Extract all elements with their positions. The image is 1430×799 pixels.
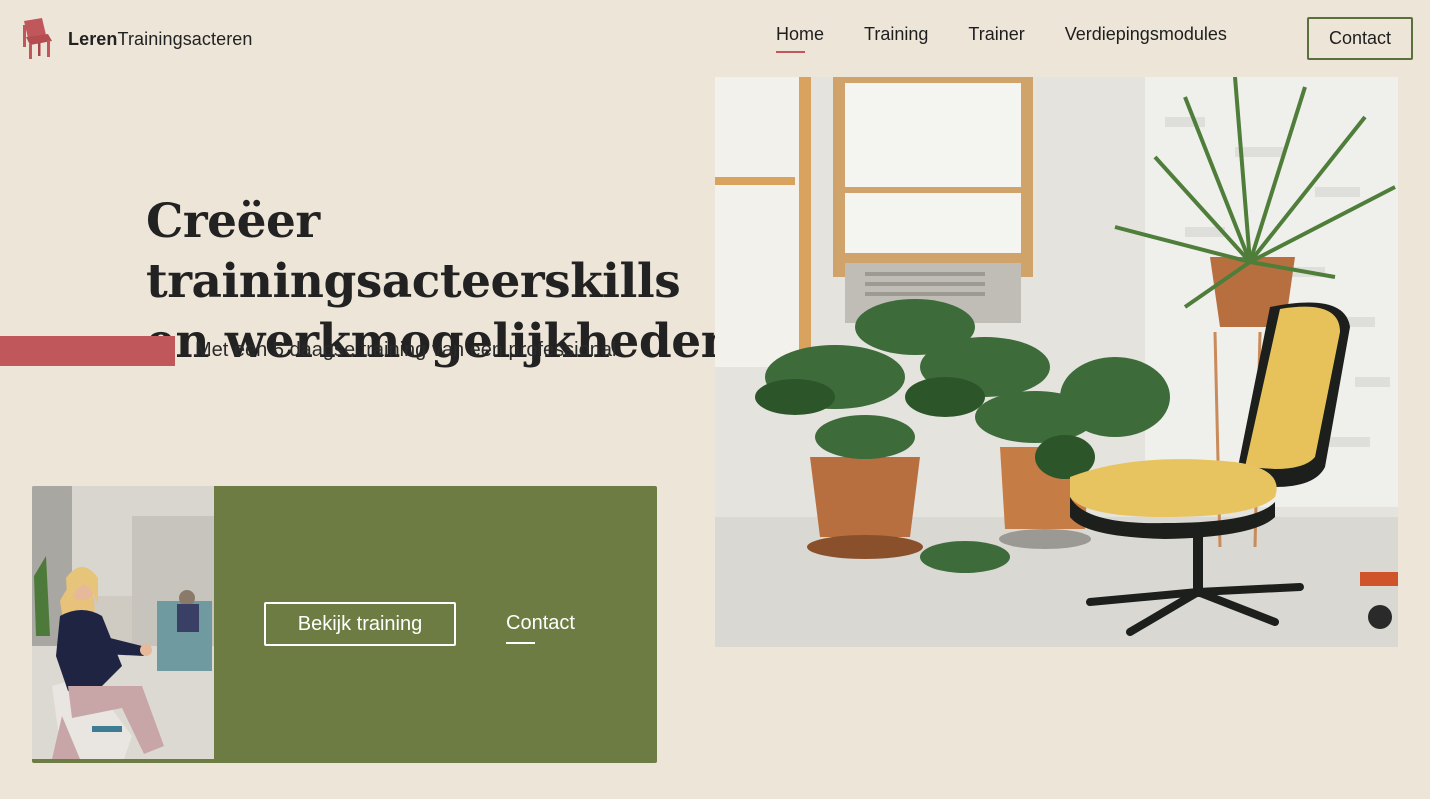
- trainer-photo: [32, 486, 214, 759]
- nav-item-trainer[interactable]: Trainer: [968, 24, 1024, 51]
- title-line-1: Creëer trainingsacteerskills: [146, 194, 681, 309]
- hero-subtitle: Met een 5 daagse training van een profes…: [195, 339, 617, 361]
- nav-item-home[interactable]: Home: [776, 24, 824, 53]
- contact-button[interactable]: Contact: [1307, 17, 1413, 60]
- accent-bar: [0, 336, 175, 366]
- cta-card: Bekijk training Contact: [32, 486, 657, 763]
- nav-item-training[interactable]: Training: [864, 24, 928, 51]
- page: LerenTrainingsacteren Home Training Trai…: [0, 0, 1430, 799]
- view-training-button[interactable]: Bekijk training: [264, 602, 456, 646]
- contact-link[interactable]: Contact: [506, 612, 575, 644]
- nav-item-verdiepingsmodules[interactable]: Verdiepingsmodules: [1065, 24, 1227, 51]
- brand-name: LerenTrainingsacteren: [68, 28, 253, 49]
- chair-icon: [23, 18, 52, 59]
- logo[interactable]: LerenTrainingsacteren: [18, 17, 253, 61]
- main-nav: Home Training Trainer Verdiepingsmodules: [776, 24, 1227, 53]
- hero-photo: [715, 77, 1398, 647]
